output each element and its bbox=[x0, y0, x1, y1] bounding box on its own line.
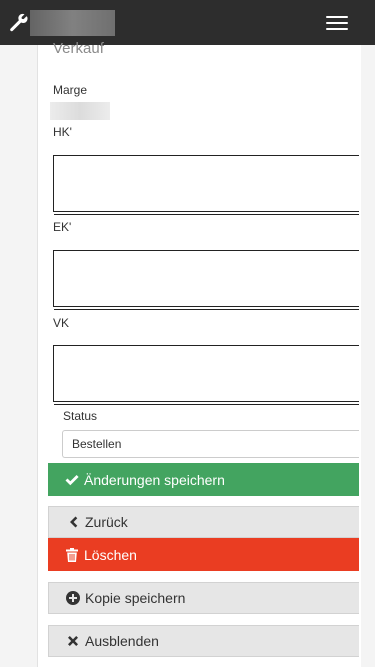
hide-button[interactable]: Ausblenden bbox=[48, 625, 359, 657]
ek-label: EK' bbox=[53, 220, 72, 234]
save-copy-label: Kopie speichern bbox=[85, 590, 186, 606]
chevron-left-icon bbox=[70, 516, 78, 528]
delete-button[interactable]: Löschen bbox=[48, 538, 359, 571]
close-icon bbox=[68, 636, 78, 646]
vk-label: VK bbox=[53, 316, 70, 330]
save-copy-button[interactable]: Kopie speichern bbox=[48, 582, 359, 614]
plus-circle-icon bbox=[66, 591, 80, 605]
top-navbar bbox=[0, 0, 375, 45]
hk-textarea[interactable] bbox=[53, 155, 359, 215]
checkmark-icon bbox=[65, 474, 79, 485]
status-select[interactable]: Bestellen bbox=[62, 430, 359, 458]
panel-heading: Verkauf bbox=[53, 40, 104, 57]
vk-textarea[interactable] bbox=[53, 345, 359, 405]
marge-label: Marge bbox=[53, 83, 88, 97]
wrench-icon[interactable] bbox=[9, 13, 29, 33]
marge-value bbox=[50, 102, 110, 120]
hide-label: Ausblenden bbox=[85, 633, 159, 649]
trash-icon bbox=[66, 547, 78, 562]
hamburger-menu-icon[interactable] bbox=[324, 12, 352, 34]
status-label: Status bbox=[63, 409, 98, 423]
delete-label: Löschen bbox=[84, 546, 137, 563]
ek-textarea[interactable] bbox=[53, 250, 359, 310]
hk-label: HK' bbox=[53, 125, 72, 139]
save-changes-button[interactable]: Änderungen speichern bbox=[48, 463, 359, 496]
save-changes-label: Änderungen speichern bbox=[84, 471, 225, 488]
brand-logo[interactable] bbox=[30, 10, 115, 36]
back-button[interactable]: Zurück bbox=[48, 506, 359, 538]
back-label: Zurück bbox=[85, 514, 128, 530]
